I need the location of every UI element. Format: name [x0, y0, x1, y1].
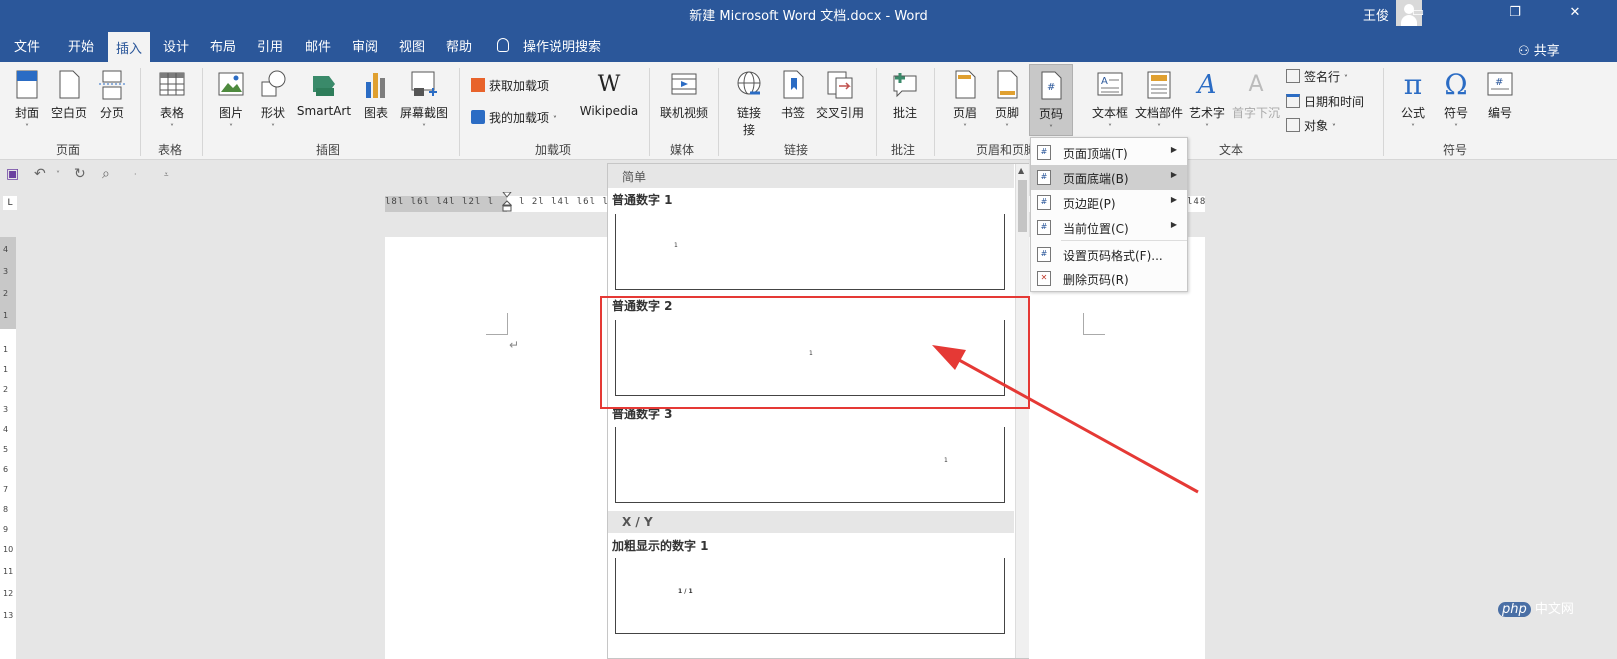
watermark-brand: php — [1498, 602, 1531, 617]
annotation-arrow-icon — [932, 345, 1199, 494]
watermark-site: 中文网 — [1534, 602, 1574, 617]
watermark: php 中文网 — [1498, 598, 1574, 617]
